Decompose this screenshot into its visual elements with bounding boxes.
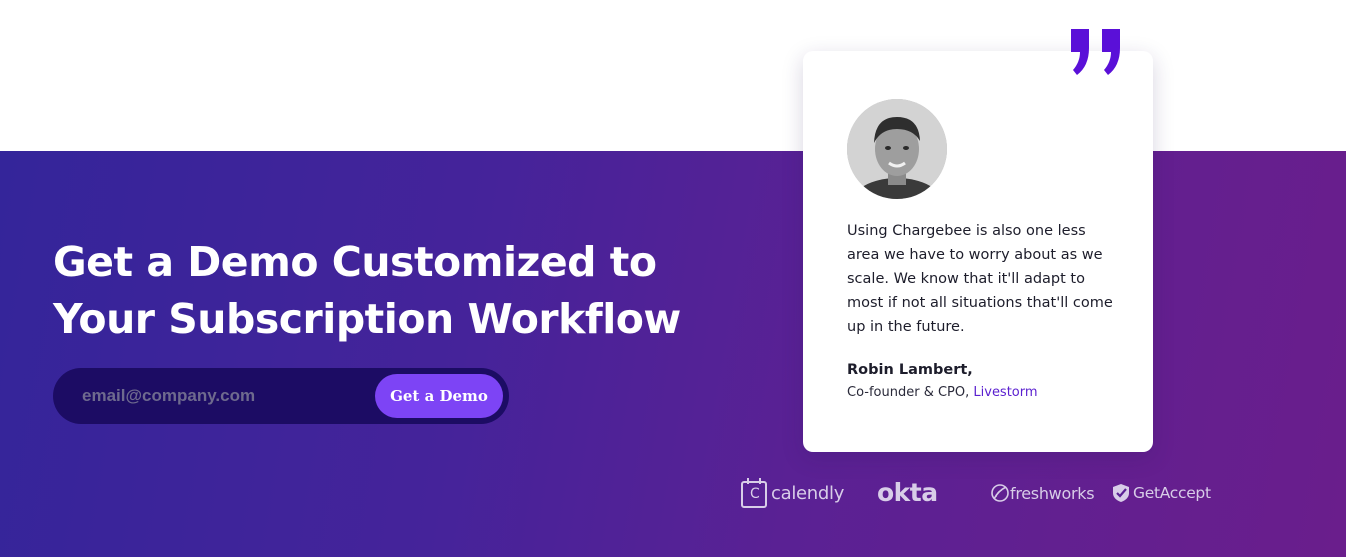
company-link[interactable]: Livestorm [973, 385, 1037, 400]
freshworks-logo: freshworks [990, 480, 1095, 506]
author-title: Co-founder & CPO, [847, 385, 970, 400]
calendar-icon: C [741, 477, 767, 508]
headline-line-1: Get a Demo Customized to [53, 238, 657, 286]
getaccept-wordmark: GetAccept [1133, 484, 1211, 502]
author-name: Robin Lambert, [847, 362, 973, 378]
okta-wordmark: okta [877, 477, 938, 507]
testimonial-quote: Using Chargebee is also one less area we… [847, 223, 1113, 335]
email-input[interactable] [53, 368, 373, 424]
demo-signup-form: Get a Demo [53, 368, 509, 424]
calendly-wordmark: calendly [771, 482, 845, 504]
get-demo-button[interactable]: Get a Demo [375, 374, 503, 418]
testimonial-card: Using Chargebee is also one less area we… [803, 51, 1153, 452]
freshworks-wordmark: freshworks [1010, 483, 1095, 503]
calendly-mark-letter: C [750, 485, 760, 502]
headline-line-2: Your Subscription Workflow [53, 295, 681, 343]
calendly-logo: C calendly [741, 477, 845, 508]
page-title: Get a Demo Customized to Your Subscripti… [53, 234, 693, 348]
checkmark-shield-icon [1113, 484, 1129, 502]
leaf-icon [991, 484, 1009, 502]
author-role: Co-founder & CPO, Livestorm [847, 385, 1038, 400]
getaccept-logo: GetAccept [1111, 481, 1211, 505]
quote-mark-icon [1071, 29, 1120, 75]
okta-logo: okta [877, 476, 938, 508]
person-photo-icon [847, 99, 947, 199]
